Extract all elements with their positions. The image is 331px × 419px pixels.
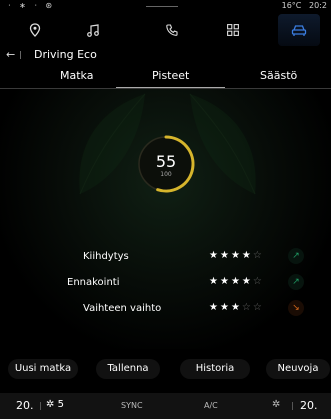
car-icon <box>291 24 307 36</box>
star-filled-icon: ★ <box>209 302 220 313</box>
star-filled-icon: ★ <box>230 276 242 287</box>
fan-icon[interactable]: ✲ <box>272 399 280 410</box>
nav-media[interactable] <box>73 14 113 46</box>
star-empty-icon: ☆ <box>252 250 264 261</box>
tab-bar: Matka Pisteet Säästö <box>0 66 331 89</box>
back-button[interactable]: ← <box>6 48 15 61</box>
divider <box>292 402 293 410</box>
tab-saasto[interactable]: Säästö <box>260 69 297 82</box>
status-bar: ⋅ ∗ ⋅ ⊛ 16°C 20:2 <box>0 0 331 12</box>
location-icon <box>29 23 41 37</box>
star-filled-icon: ★ <box>209 276 220 287</box>
nav-apps[interactable] <box>213 14 253 46</box>
trend-up-icon: ↗ <box>288 274 304 290</box>
star-filled-icon: ★ <box>241 276 253 287</box>
tab-pisteet[interactable]: Pisteet <box>115 69 227 88</box>
rating-row: Vaihteen vaihto ★★★☆☆ ↘ <box>0 300 331 317</box>
status-handle <box>146 6 178 7</box>
eco-score-max: 100 <box>160 171 172 178</box>
status-right: 16°C 20:2 <box>282 1 327 10</box>
star-filled-icon: ★ <box>219 250 231 261</box>
star-filled-icon: ★ <box>219 276 231 287</box>
nav-phone[interactable] <box>152 14 192 46</box>
advice-button[interactable]: Neuvoja <box>266 359 330 379</box>
history-button[interactable]: Historia <box>180 359 250 379</box>
star-rating: ★★★☆☆ <box>209 302 264 313</box>
trend-down-icon: ↘ <box>288 300 304 316</box>
eco-score-value: 55 <box>155 152 177 171</box>
nav-navigation[interactable] <box>15 14 55 46</box>
star-filled-icon: ★ <box>219 302 231 313</box>
rating-label: Ennakointi <box>67 277 120 288</box>
star-filled-icon: ★ <box>230 250 242 261</box>
action-bar: Uusi matka Tallenna Historia Neuvoja <box>0 359 331 379</box>
star-filled-icon: ★ <box>230 302 242 313</box>
fan-speed: 5 <box>57 399 64 410</box>
sync-button[interactable]: SYNC <box>121 401 143 410</box>
star-rating: ★★★★☆ <box>209 276 264 287</box>
star-empty-icon: ☆ <box>252 276 264 287</box>
save-button[interactable]: Tallenna <box>96 359 160 379</box>
outside-temperature: 16°C <box>281 1 302 10</box>
score-panel: 55 100 Kiihdytys ★★★★☆ ↗ Ennakointi ★★★★… <box>0 89 331 349</box>
new-trip-button[interactable]: Uusi matka <box>8 359 78 379</box>
tab-matka[interactable]: Matka <box>60 69 93 82</box>
ac-button[interactable]: A/C <box>204 401 218 410</box>
rating-label: Vaihteen vaihto <box>83 303 162 314</box>
divider <box>20 51 21 59</box>
page-title: Driving Eco <box>34 48 97 61</box>
music-icon <box>87 23 99 37</box>
right-temperature[interactable]: 20. <box>300 399 318 412</box>
rating-row: Ennakointi ★★★★☆ ↗ <box>0 274 331 291</box>
nav-vehicle[interactable] <box>278 14 320 46</box>
climate-bar: 20. ✲ 5 SYNC A/C ✲ 20. <box>0 393 331 419</box>
top-nav <box>0 14 331 46</box>
title-bar: ← Driving Eco <box>0 46 331 64</box>
divider <box>40 402 41 410</box>
star-empty-icon: ☆ <box>252 302 264 313</box>
star-filled-icon: ★ <box>209 250 220 261</box>
fan-icon: ✲ <box>46 399 55 410</box>
rating-row: Kiihdytys ★★★★☆ ↗ <box>0 248 331 265</box>
star-empty-icon: ☆ <box>241 302 253 313</box>
phone-icon <box>166 24 178 36</box>
fan-control[interactable]: ✲ 5 <box>46 399 64 410</box>
status-icons: ⋅ ∗ ⋅ ⊛ <box>8 1 56 10</box>
left-temperature[interactable]: 20. <box>16 399 34 412</box>
star-rating: ★★★★☆ <box>209 250 264 261</box>
trend-up-icon: ↗ <box>288 248 304 264</box>
rating-label: Kiihdytys <box>83 251 129 262</box>
star-filled-icon: ★ <box>241 250 253 261</box>
clock: 20:2 <box>309 1 327 10</box>
leaf-decoration <box>189 93 256 195</box>
apps-icon <box>227 24 239 36</box>
